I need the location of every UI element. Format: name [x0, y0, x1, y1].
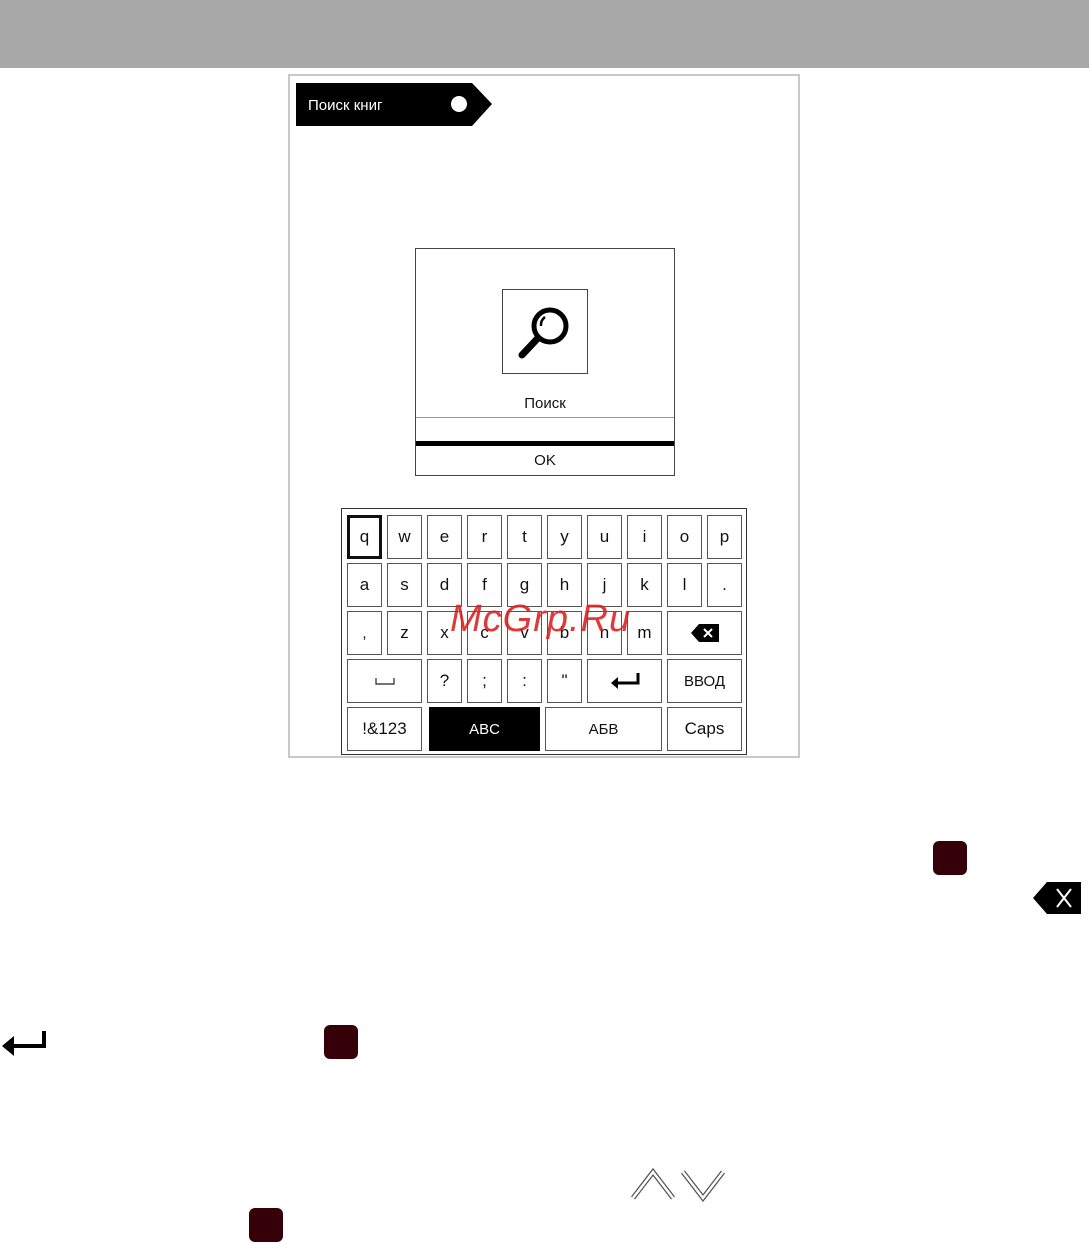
- enter-arrow-icon: [610, 673, 639, 689]
- top-bar: [0, 0, 1089, 68]
- key-t[interactable]: t: [507, 515, 542, 559]
- square-button-icon: [249, 1208, 283, 1242]
- chevron-up-icon: [631, 1167, 675, 1200]
- key-quote[interactable]: ": [547, 659, 582, 703]
- key-z[interactable]: z: [387, 611, 422, 655]
- chevron-down-icon: [681, 1170, 725, 1203]
- x-close-icon: [1033, 882, 1081, 914]
- newline-key[interactable]: [587, 659, 662, 703]
- layout-cyrillic-key[interactable]: АБВ: [545, 707, 662, 751]
- circle-icon: [451, 96, 467, 112]
- key-s[interactable]: s: [387, 563, 422, 607]
- key-colon[interactable]: :: [507, 659, 542, 703]
- key-k[interactable]: k: [627, 563, 662, 607]
- enter-key[interactable]: ВВОД: [667, 659, 742, 703]
- magnifier-icon: [518, 307, 569, 359]
- device-screen: Поиск книг Поиск OK q w e r t y u i o p …: [288, 74, 800, 758]
- key-i[interactable]: i: [627, 515, 662, 559]
- square-button-icon: [324, 1025, 358, 1059]
- key-e[interactable]: e: [427, 515, 462, 559]
- key-p[interactable]: p: [707, 515, 742, 559]
- key-q[interactable]: q: [347, 515, 382, 559]
- space-key[interactable]: [347, 659, 422, 703]
- tag-label: Поиск книг: [308, 97, 383, 114]
- key-question[interactable]: ?: [427, 659, 462, 703]
- layout-latin-key[interactable]: ABC: [429, 707, 540, 751]
- backspace-icon: [690, 624, 719, 642]
- key-y[interactable]: y: [547, 515, 582, 559]
- enter-arrow-icon: [2, 1031, 46, 1056]
- search-button[interactable]: [502, 289, 588, 374]
- key-a[interactable]: a: [347, 563, 382, 607]
- key-u[interactable]: u: [587, 515, 622, 559]
- key-l[interactable]: l: [667, 563, 702, 607]
- key-w[interactable]: w: [387, 515, 422, 559]
- key-comma[interactable]: ,: [347, 611, 382, 655]
- key-semicolon[interactable]: ;: [467, 659, 502, 703]
- divider: [416, 417, 674, 418]
- caps-key[interactable]: Caps: [667, 707, 742, 751]
- x-close-button: [1033, 882, 1081, 919]
- navigation-arrows: [631, 1167, 727, 1207]
- square-button-icon: [933, 841, 967, 875]
- chevron-arrows: [631, 1167, 725, 1203]
- key-r[interactable]: r: [467, 515, 502, 559]
- enter-symbol: [0, 1027, 48, 1066]
- section-tag: Поиск книг: [296, 83, 492, 126]
- watermark: McGrp.Ru: [450, 598, 632, 640]
- search-dialog: Поиск OK: [415, 248, 675, 476]
- symbols-key[interactable]: !&123: [347, 707, 422, 751]
- ok-button[interactable]: OK: [416, 446, 674, 475]
- key-period[interactable]: .: [707, 563, 742, 607]
- dialog-label: Поиск: [524, 395, 566, 412]
- key-m[interactable]: m: [627, 611, 662, 655]
- space-icon: [374, 678, 395, 685]
- key-o[interactable]: o: [667, 515, 702, 559]
- backspace-key[interactable]: [667, 611, 742, 655]
